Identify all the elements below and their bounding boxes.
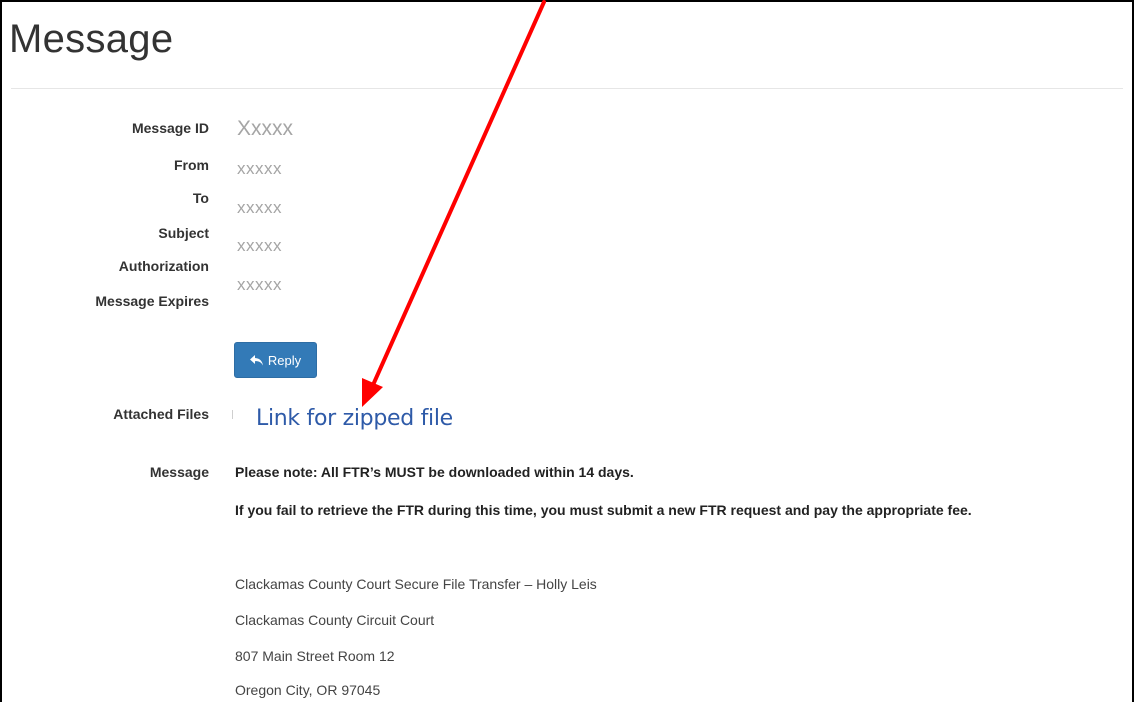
- attachment-divider: [232, 410, 233, 419]
- signature-line-4: Oregon City, OR 97045: [235, 682, 381, 698]
- label-attached-files: Attached Files: [113, 406, 209, 422]
- value-authorization: xxxxx: [237, 275, 282, 294]
- message-line-1: Please note: All FTR’s MUST be downloade…: [235, 464, 634, 480]
- zipped-file-link[interactable]: Link for zipped file: [256, 406, 453, 431]
- label-message: Message: [149, 464, 209, 480]
- label-authorization: Authorization: [118, 258, 209, 274]
- reply-arrow-icon: [249, 354, 263, 366]
- page-title: Message: [9, 17, 174, 61]
- value-subject: xxxxx: [237, 236, 282, 255]
- label-from: From: [174, 157, 209, 173]
- label-subject: Subject: [158, 225, 209, 241]
- reply-button[interactable]: Reply: [234, 342, 317, 378]
- signature-line-2: Clackamas County Circuit Court: [235, 612, 435, 628]
- value-to: xxxxx: [237, 198, 282, 217]
- value-from: xxxxx: [237, 159, 282, 178]
- label-message-expires: Message Expires: [95, 293, 209, 309]
- title-divider: [11, 88, 1123, 89]
- signature-line-1: Clackamas County Court Secure File Trans…: [235, 576, 597, 592]
- message-line-2: If you fail to retrieve the FTR during t…: [235, 502, 972, 518]
- label-to: To: [192, 190, 209, 206]
- screenshot-frame: [0, 0, 1134, 702]
- signature-line-3: 807 Main Street Room 12: [235, 648, 395, 664]
- value-message-id: Xxxxx: [237, 117, 294, 140]
- label-message-id: Message ID: [131, 120, 209, 136]
- reply-label: Reply: [267, 352, 302, 368]
